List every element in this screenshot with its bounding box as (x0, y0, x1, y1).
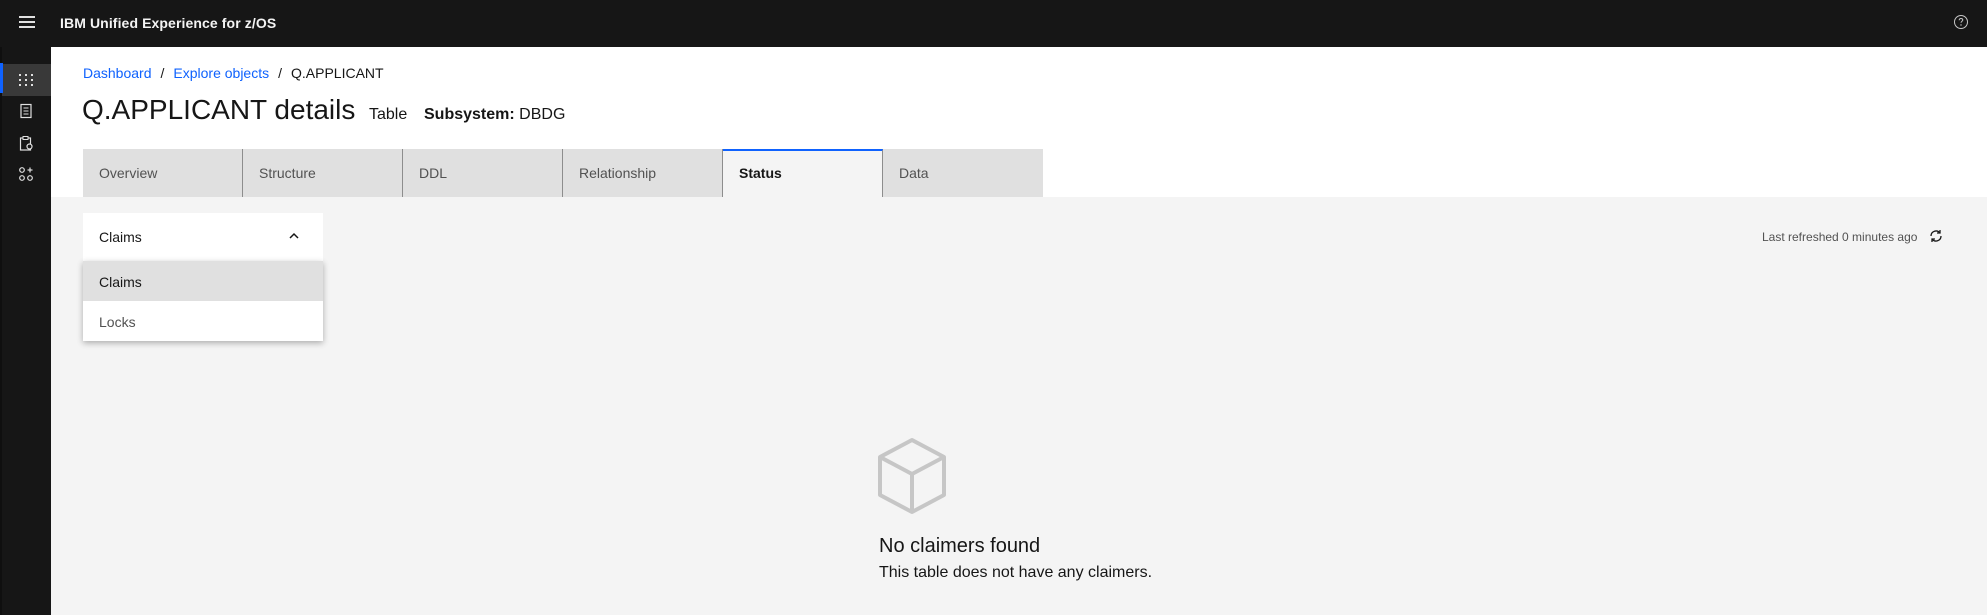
breadcrumb-explore-objects[interactable]: Explore objects (173, 65, 269, 81)
tab-data[interactable]: Data (883, 149, 1043, 197)
side-nav (0, 47, 51, 615)
breadcrumb: Dashboard / Explore objects / Q.APPLICAN… (83, 65, 384, 81)
dropdown-option-claims[interactable]: Claims (83, 261, 323, 301)
help-icon[interactable] (1953, 14, 1973, 34)
nav-item-dashboard[interactable] (2, 64, 51, 96)
document-icon (20, 103, 32, 119)
status-type-dropdown[interactable]: Claims (83, 213, 323, 261)
breadcrumb-current: Q.APPLICANT (291, 65, 384, 81)
dropdown-selected-value: Claims (99, 229, 142, 245)
apps-icon (19, 167, 33, 181)
subsystem-label: Subsystem: (424, 106, 515, 123)
refresh-icon[interactable] (1928, 228, 1944, 244)
breadcrumb-dashboard[interactable]: Dashboard (83, 65, 152, 81)
page-title: Q.APPLICANT details (82, 94, 356, 125)
chevron-up-icon (289, 232, 299, 239)
nav-item-tasks[interactable] (2, 127, 51, 159)
subsystem-value: DBDG (519, 106, 566, 123)
object-type-label: Table (369, 106, 408, 123)
subsystem-info: Subsystem: DBDG (424, 106, 565, 124)
tab-structure[interactable]: Structure (243, 149, 403, 197)
nav-item-documents[interactable] (2, 95, 51, 127)
dropdown-option-locks[interactable]: Locks (83, 301, 323, 341)
grid-icon (19, 74, 33, 86)
breadcrumb-separator: / (278, 65, 282, 81)
hamburger-menu-icon[interactable] (16, 12, 38, 34)
active-indicator (0, 63, 3, 93)
tab-relationship[interactable]: Relationship (563, 149, 723, 197)
app-title: IBM Unified Experience for z/OS (60, 15, 277, 31)
top-header: IBM Unified Experience for z/OS (0, 0, 1987, 47)
tab-overview[interactable]: Overview (83, 149, 243, 197)
cube-icon (878, 438, 946, 514)
breadcrumb-separator: / (160, 65, 165, 81)
tab-list: Overview Structure DDL Relationship Stat… (83, 149, 1043, 197)
tab-ddl[interactable]: DDL (403, 149, 563, 197)
window-edge (0, 47, 2, 615)
nav-item-apps[interactable] (2, 158, 51, 190)
dropdown-menu: Claims Locks (83, 261, 323, 341)
tab-status[interactable]: Status (723, 149, 883, 197)
last-refreshed-text: Last refreshed 0 minutes ago (1762, 230, 1918, 244)
clipboard-gear-icon (19, 136, 33, 151)
empty-state-title: No claimers found (879, 535, 1041, 557)
empty-state-description: This table does not have any claimers. (879, 564, 1153, 581)
